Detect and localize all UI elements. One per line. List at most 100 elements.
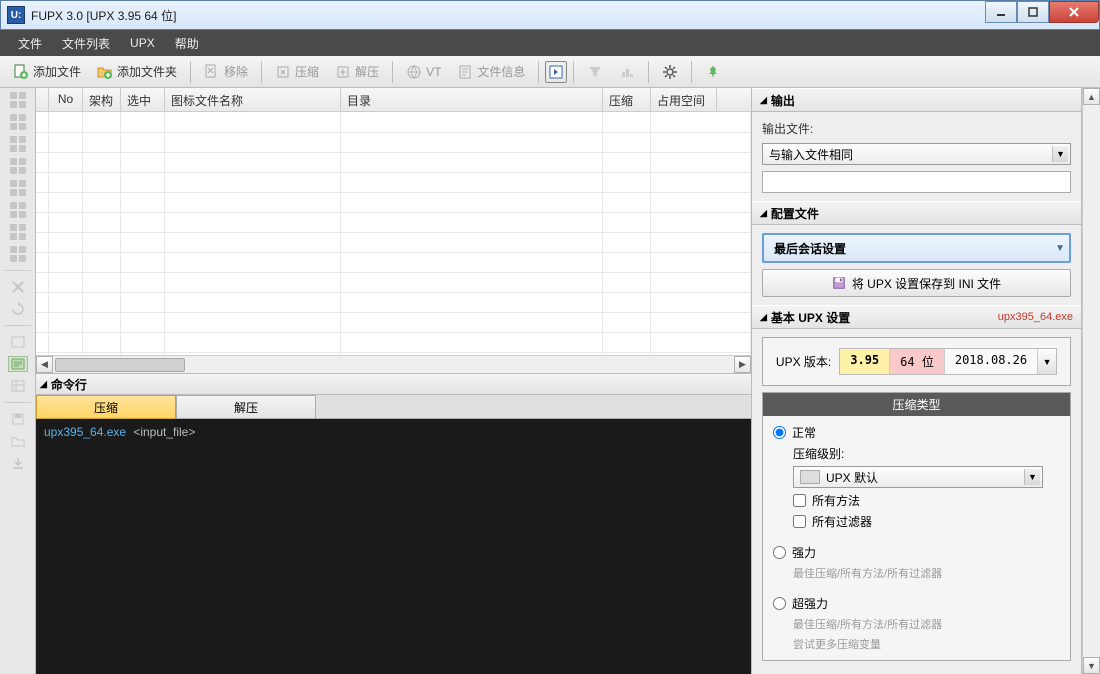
upx-version-combo[interactable]: 3.95 64 位 2018.08.26 ▼ [839,348,1057,375]
view-grid-icon[interactable] [8,224,28,240]
opt-super-row[interactable]: 超强力 [773,595,1060,612]
fileinfo-button[interactable]: 文件信息 [450,59,532,84]
center-panel: No 架构 选中 图标文件名称 目录 压缩 占用空间 [36,88,752,674]
profile-section-header[interactable]: ◢ 配置文件 [752,201,1081,225]
sidebar-separator [5,270,31,271]
horizontal-scrollbar[interactable]: ◀ ▶ [36,355,751,373]
menu-file[interactable]: 文件 [8,31,52,56]
cmdline-arg: <input_file> [133,425,195,439]
opt-strong-label: 强力 [792,544,816,561]
tab-compress[interactable]: 压缩 [36,395,176,419]
col-iconfile[interactable]: 图标文件名称 [165,88,341,111]
stats-button[interactable] [612,60,642,84]
opt-strong-radio[interactable] [773,546,786,559]
opt-super-radio[interactable] [773,597,786,610]
output-file-value: 与输入文件相同 [769,146,853,163]
level-combo[interactable]: UPX 默认 ▼ [793,466,1043,488]
folder-plus-icon [97,64,113,80]
vertical-scrollbar[interactable]: ▲ ▼ [1082,88,1100,674]
all-methods-checkbox[interactable] [793,494,806,507]
cmdline-output: upx395_64.exe <input_file> [36,419,751,674]
view-grid-icon[interactable] [8,114,28,130]
close-icon[interactable] [8,279,28,295]
export-icon[interactable] [8,455,28,471]
toolbar-separator [190,61,191,83]
vt-label: VT [426,65,441,79]
view-grid-icon[interactable] [8,136,28,152]
col-arch[interactable]: 架构 [83,88,121,111]
open-icon[interactable] [8,433,28,449]
col-sel[interactable]: 选中 [121,88,165,111]
compress-icon [275,64,291,80]
add-folder-label: 添加文件夹 [117,63,177,80]
output-section-body: 输出文件: 与输入文件相同 ▼ [752,112,1081,201]
save-icon[interactable] [8,411,28,427]
file-list[interactable] [36,112,751,355]
cmdline-header[interactable]: ◢ 命令行 [36,373,751,395]
all-methods-row[interactable]: 所有方法 [793,492,1060,509]
view-grid-icon[interactable] [8,246,28,262]
cmdline-tabs: 压缩 解压 [36,395,751,419]
output-path-input[interactable] [762,171,1071,193]
basic-section-header[interactable]: ◢ 基本 UPX 设置 upx395_64.exe [752,305,1081,329]
menu-upx[interactable]: UPX [120,32,165,54]
decompress-icon [335,64,351,80]
chevron-down-icon: ▼ [1038,349,1056,374]
window-title: FUPX 3.0 [UPX 3.95 64 位] [31,7,176,24]
scroll-left-icon[interactable]: ◀ [36,356,53,373]
remove-icon [204,64,220,80]
view-grid-icon[interactable] [8,92,28,108]
col-blank[interactable] [36,88,49,111]
all-filters-label: 所有过滤器 [812,513,872,530]
list-active-icon[interactable] [8,356,28,372]
col-dir[interactable]: 目录 [341,88,603,111]
menu-filelist[interactable]: 文件列表 [52,31,120,56]
tab-decompress[interactable]: 解压 [176,395,316,419]
list-icon[interactable] [8,334,28,350]
view-grid-icon[interactable] [8,180,28,196]
scroll-thumb[interactable] [55,358,185,372]
collapse-icon: ◢ [40,379,47,390]
all-filters-checkbox[interactable] [793,515,806,528]
upx-version-label: UPX 版本: [776,353,831,370]
pin-icon [705,64,721,80]
table-icon[interactable] [8,378,28,394]
vt-button[interactable]: VT [399,60,448,84]
filter-button[interactable] [580,60,610,84]
view-grid-icon[interactable] [8,202,28,218]
upx-version-number: 3.95 [840,349,890,374]
opt-strong-row[interactable]: 强力 [773,544,1060,561]
profile-combo[interactable]: 最后会话设置 ▼ [762,233,1071,263]
opt-normal-radio[interactable] [773,426,786,439]
save-ini-button[interactable]: 将 UPX 设置保存到 INI 文件 [762,269,1071,297]
all-filters-row[interactable]: 所有过滤器 [793,513,1060,530]
col-comp[interactable]: 压缩 [603,88,651,111]
output-section-header[interactable]: ◢ 输出 [752,88,1081,112]
scroll-up-icon[interactable]: ▲ [1083,88,1100,105]
add-folder-button[interactable]: 添加文件夹 [90,59,184,84]
remove-button[interactable]: 移除 [197,59,255,84]
scroll-track[interactable] [1083,105,1100,657]
scroll-right-icon[interactable]: ▶ [734,356,751,373]
cmdline-exe: upx395_64.exe [44,425,126,439]
maximize-button[interactable] [1017,1,1049,23]
menu-help[interactable]: 帮助 [165,31,209,56]
panel-toggle-button[interactable] [545,61,567,83]
scroll-down-icon[interactable]: ▼ [1083,657,1100,674]
minimize-button[interactable] [985,1,1017,23]
col-no[interactable]: No [49,88,83,111]
output-file-combo[interactable]: 与输入文件相同 ▼ [762,143,1071,165]
bars-icon [619,64,635,80]
refresh-icon[interactable] [8,301,28,317]
globe-icon [406,64,422,80]
add-file-button[interactable]: 添加文件 [6,59,88,84]
settings-button[interactable] [655,60,685,84]
close-button[interactable] [1049,1,1099,23]
view-grid-icon[interactable] [8,158,28,174]
toolbar-separator [691,61,692,83]
opt-normal-row[interactable]: 正常 [773,424,1060,441]
compress-button[interactable]: 压缩 [268,59,326,84]
col-size[interactable]: 占用空间 [651,88,717,111]
decompress-button[interactable]: 解压 [328,59,386,84]
pin-button[interactable] [698,60,728,84]
